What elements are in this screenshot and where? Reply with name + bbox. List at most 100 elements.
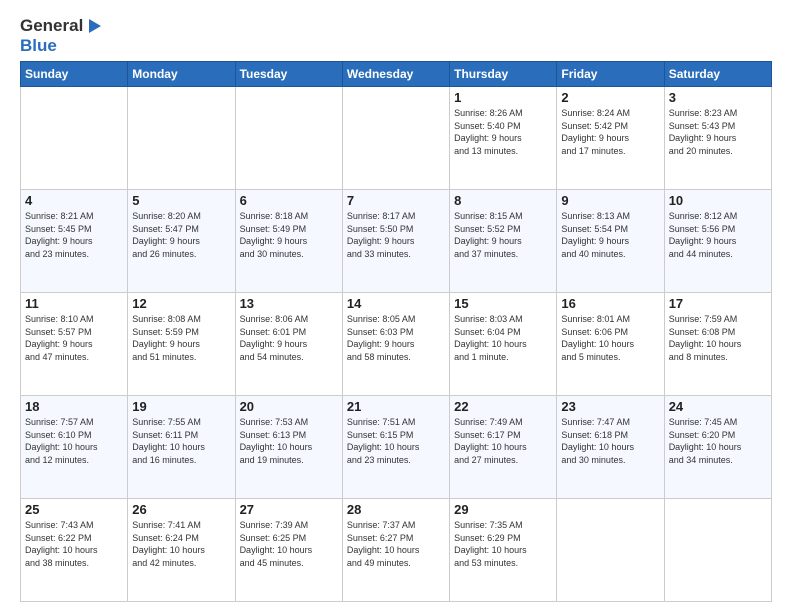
logo-general-text: General bbox=[20, 16, 83, 36]
weekday-header-sunday: Sunday bbox=[21, 62, 128, 87]
day-info: Sunrise: 7:55 AMSunset: 6:11 PMDaylight:… bbox=[132, 416, 230, 466]
day-number: 23 bbox=[561, 399, 659, 414]
day-info: Sunrise: 7:37 AMSunset: 6:27 PMDaylight:… bbox=[347, 519, 445, 569]
week-row-3: 11 Sunrise: 8:10 AMSunset: 5:57 PMDayligh… bbox=[21, 293, 772, 396]
day-number: 5 bbox=[132, 193, 230, 208]
day-info: Sunrise: 8:08 AMSunset: 5:59 PMDaylight:… bbox=[132, 313, 230, 363]
calendar-cell: 12 Sunrise: 8:08 AMSunset: 5:59 PMDayligh… bbox=[128, 293, 235, 396]
day-number: 22 bbox=[454, 399, 552, 414]
calendar-cell: 11 Sunrise: 8:10 AMSunset: 5:57 PMDayligh… bbox=[21, 293, 128, 396]
calendar-cell: 29 Sunrise: 7:35 AMSunset: 6:29 PMDayligh… bbox=[450, 498, 557, 601]
day-info: Sunrise: 7:43 AMSunset: 6:22 PMDaylight:… bbox=[25, 519, 123, 569]
day-number: 18 bbox=[25, 399, 123, 414]
day-number: 13 bbox=[240, 296, 338, 311]
calendar-cell: 6Sunrise: 8:18 AMSunset: 5:49 PMDaylight… bbox=[235, 190, 342, 293]
week-row-5: 25 Sunrise: 7:43 AMSunset: 6:22 PMDayligh… bbox=[21, 498, 772, 601]
day-info: Sunrise: 7:41 AMSunset: 6:24 PMDaylight:… bbox=[132, 519, 230, 569]
day-info: Sunrise: 7:45 AMSunset: 6:20 PMDaylight:… bbox=[669, 416, 767, 466]
page: General Blue SundayMondayTuesdayWednesda… bbox=[0, 0, 792, 612]
day-info: Sunrise: 7:39 AMSunset: 6:25 PMDaylight:… bbox=[240, 519, 338, 569]
weekday-header-wednesday: Wednesday bbox=[342, 62, 449, 87]
weekday-header-monday: Monday bbox=[128, 62, 235, 87]
calendar-cell bbox=[557, 498, 664, 601]
day-info: Sunrise: 8:10 AMSunset: 5:57 PMDaylight:… bbox=[25, 313, 123, 363]
calendar-cell: 14 Sunrise: 8:05 AMSunset: 6:03 PMDayligh… bbox=[342, 293, 449, 396]
day-number: 12 bbox=[132, 296, 230, 311]
day-info: Sunrise: 7:59 AMSunset: 6:08 PMDaylight:… bbox=[669, 313, 767, 363]
day-number: 11 bbox=[25, 296, 123, 311]
weekday-header-row: SundayMondayTuesdayWednesdayThursdayFrid… bbox=[21, 62, 772, 87]
calendar-cell: 7 Sunrise: 8:17 AMSunset: 5:50 PMDaylight… bbox=[342, 190, 449, 293]
calendar-cell bbox=[664, 498, 771, 601]
day-info: Sunrise: 8:06 AMSunset: 6:01 PMDaylight:… bbox=[240, 313, 338, 363]
day-number: 24 bbox=[669, 399, 767, 414]
day-info: Sunrise: 7:57 AMSunset: 6:10 PMDaylight:… bbox=[25, 416, 123, 466]
day-info: Sunrise: 8:21 AMSunset: 5:45 PMDaylight:… bbox=[25, 210, 123, 260]
day-number: 8 bbox=[454, 193, 552, 208]
calendar-cell: 18 Sunrise: 7:57 AMSunset: 6:10 PMDayligh… bbox=[21, 396, 128, 499]
calendar-cell: 10Sunrise: 8:12 AMSunset: 5:56 PMDayligh… bbox=[664, 190, 771, 293]
day-number: 29 bbox=[454, 502, 552, 517]
week-row-2: 4 Sunrise: 8:21 AMSunset: 5:45 PMDaylight… bbox=[21, 190, 772, 293]
calendar-cell: 24 Sunrise: 7:45 AMSunset: 6:20 PMDayligh… bbox=[664, 396, 771, 499]
calendar-cell: 13 Sunrise: 8:06 AMSunset: 6:01 PMDayligh… bbox=[235, 293, 342, 396]
day-number: 4 bbox=[25, 193, 123, 208]
weekday-header-saturday: Saturday bbox=[664, 62, 771, 87]
calendar-cell: 4 Sunrise: 8:21 AMSunset: 5:45 PMDaylight… bbox=[21, 190, 128, 293]
day-info: Sunrise: 7:47 AMSunset: 6:18 PMDaylight:… bbox=[561, 416, 659, 466]
calendar-cell: 21 Sunrise: 7:51 AMSunset: 6:15 PMDayligh… bbox=[342, 396, 449, 499]
day-info: Sunrise: 8:05 AMSunset: 6:03 PMDaylight:… bbox=[347, 313, 445, 363]
calendar-cell: 8Sunrise: 8:15 AMSunset: 5:52 PMDaylight… bbox=[450, 190, 557, 293]
day-number: 27 bbox=[240, 502, 338, 517]
calendar-cell bbox=[342, 87, 449, 190]
day-info: Sunrise: 8:12 AMSunset: 5:56 PMDaylight:… bbox=[669, 210, 767, 260]
day-number: 2 bbox=[561, 90, 659, 105]
day-number: 17 bbox=[669, 296, 767, 311]
day-info: Sunrise: 8:17 AMSunset: 5:50 PMDaylight:… bbox=[347, 210, 445, 260]
calendar-cell bbox=[235, 87, 342, 190]
day-info: Sunrise: 8:23 AMSunset: 5:43 PMDaylight:… bbox=[669, 107, 767, 157]
day-number: 20 bbox=[240, 399, 338, 414]
calendar-cell: 27 Sunrise: 7:39 AMSunset: 6:25 PMDayligh… bbox=[235, 498, 342, 601]
logo-blue-text: Blue bbox=[20, 36, 103, 56]
calendar-cell: 9 Sunrise: 8:13 AMSunset: 5:54 PMDaylight… bbox=[557, 190, 664, 293]
calendar-cell: 3 Sunrise: 8:23 AMSunset: 5:43 PMDaylight… bbox=[664, 87, 771, 190]
day-info: Sunrise: 8:13 AMSunset: 5:54 PMDaylight:… bbox=[561, 210, 659, 260]
calendar-cell: 26 Sunrise: 7:41 AMSunset: 6:24 PMDayligh… bbox=[128, 498, 235, 601]
day-info: Sunrise: 8:01 AMSunset: 6:06 PMDaylight:… bbox=[561, 313, 659, 363]
day-number: 6 bbox=[240, 193, 338, 208]
day-number: 26 bbox=[132, 502, 230, 517]
calendar-cell: 20 Sunrise: 7:53 AMSunset: 6:13 PMDayligh… bbox=[235, 396, 342, 499]
day-number: 28 bbox=[347, 502, 445, 517]
logo-triangle-icon bbox=[85, 17, 103, 35]
day-info: Sunrise: 7:53 AMSunset: 6:13 PMDaylight:… bbox=[240, 416, 338, 466]
day-number: 1 bbox=[454, 90, 552, 105]
calendar-cell: 25 Sunrise: 7:43 AMSunset: 6:22 PMDayligh… bbox=[21, 498, 128, 601]
day-info: Sunrise: 8:26 AMSunset: 5:40 PMDaylight:… bbox=[454, 107, 552, 157]
day-number: 3 bbox=[669, 90, 767, 105]
calendar-cell: 17 Sunrise: 7:59 AMSunset: 6:08 PMDayligh… bbox=[664, 293, 771, 396]
day-info: Sunrise: 8:20 AMSunset: 5:47 PMDaylight:… bbox=[132, 210, 230, 260]
day-number: 9 bbox=[561, 193, 659, 208]
day-number: 21 bbox=[347, 399, 445, 414]
calendar-cell: 1 Sunrise: 8:26 AMSunset: 5:40 PMDaylight… bbox=[450, 87, 557, 190]
weekday-header-tuesday: Tuesday bbox=[235, 62, 342, 87]
day-number: 7 bbox=[347, 193, 445, 208]
day-number: 25 bbox=[25, 502, 123, 517]
day-number: 16 bbox=[561, 296, 659, 311]
calendar-cell: 2 Sunrise: 8:24 AMSunset: 5:42 PMDaylight… bbox=[557, 87, 664, 190]
day-info: Sunrise: 7:51 AMSunset: 6:15 PMDaylight:… bbox=[347, 416, 445, 466]
day-number: 14 bbox=[347, 296, 445, 311]
calendar-cell bbox=[21, 87, 128, 190]
calendar-cell: 19 Sunrise: 7:55 AMSunset: 6:11 PMDayligh… bbox=[128, 396, 235, 499]
calendar-cell: 15Sunrise: 8:03 AMSunset: 6:04 PMDayligh… bbox=[450, 293, 557, 396]
calendar-cell: 23 Sunrise: 7:47 AMSunset: 6:18 PMDayligh… bbox=[557, 396, 664, 499]
weekday-header-friday: Friday bbox=[557, 62, 664, 87]
day-info: Sunrise: 8:24 AMSunset: 5:42 PMDaylight:… bbox=[561, 107, 659, 157]
day-info: Sunrise: 7:49 AMSunset: 6:17 PMDaylight:… bbox=[454, 416, 552, 466]
week-row-4: 18 Sunrise: 7:57 AMSunset: 6:10 PMDayligh… bbox=[21, 396, 772, 499]
calendar-cell: 16 Sunrise: 8:01 AMSunset: 6:06 PMDayligh… bbox=[557, 293, 664, 396]
top-section: General Blue bbox=[20, 16, 772, 55]
day-number: 19 bbox=[132, 399, 230, 414]
day-info: Sunrise: 7:35 AMSunset: 6:29 PMDaylight:… bbox=[454, 519, 552, 569]
